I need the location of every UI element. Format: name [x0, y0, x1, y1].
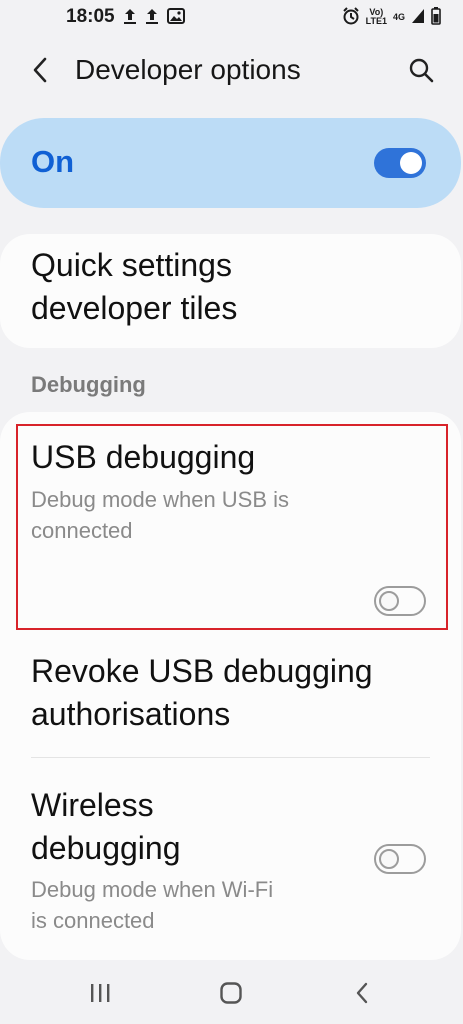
developer-options-master-switch[interactable]: On: [0, 118, 461, 208]
chevron-left-icon: [32, 57, 48, 88]
wireless-debugging-title-line1: Wireless: [31, 787, 154, 823]
highlight-box: [16, 424, 448, 630]
status-bar-right: Vo) LTE1 4G: [342, 6, 441, 28]
status-time: 18:05: [66, 6, 115, 27]
section-header-debugging: Debugging: [31, 372, 146, 397]
back-icon: [354, 982, 370, 1009]
quick-settings-title-line1: Quick settings: [31, 247, 232, 283]
master-switch-label: On: [31, 144, 75, 179]
network-label-bottom: LTE1: [365, 16, 387, 26]
quick-settings-card[interactable]: Quick settings developer tiles: [0, 234, 461, 348]
toggle-knob: [379, 849, 399, 869]
toggle-knob: [400, 152, 422, 174]
quick-settings-title: Quick settings developer tiles: [31, 244, 237, 330]
page-title: Developer options: [75, 54, 301, 85]
alarm-icon: [342, 6, 360, 28]
revoke-usb-title-line2: authorisations: [31, 696, 231, 732]
signal-icon: [411, 8, 425, 27]
wireless-debugging-title-line2: debugging: [31, 830, 181, 866]
wireless-debugging-subtitle: Debug mode when Wi-Fi is connected: [31, 874, 273, 936]
home-button[interactable]: [209, 978, 253, 1012]
home-icon: [219, 981, 243, 1010]
revoke-usb-item[interactable]: Revoke USB debugging authorisations: [0, 642, 461, 752]
image-icon: [166, 7, 185, 27]
revoke-usb-title: Revoke USB debugging authorisations: [31, 650, 373, 736]
back-button[interactable]: [20, 52, 60, 92]
status-bar-left: 18:05: [66, 6, 185, 28]
recents-button[interactable]: [78, 978, 122, 1012]
wireless-debugging-subtitle-line2: is connected: [31, 908, 155, 933]
upload-icon: [123, 8, 137, 27]
search-icon: [408, 57, 434, 88]
recents-icon: [88, 982, 112, 1009]
master-toggle[interactable]: [374, 148, 426, 178]
revoke-usb-title-line1: Revoke USB debugging: [31, 653, 373, 689]
battery-icon: [431, 6, 441, 28]
status-bar: 18:05 Vo) LTE1 4G: [0, 0, 463, 34]
wireless-debugging-item[interactable]: Wireless debugging Debug mode when Wi-Fi…: [0, 772, 461, 952]
quick-settings-title-line2: developer tiles: [31, 290, 238, 326]
back-nav-button[interactable]: [340, 978, 384, 1012]
signal-type: 4G: [392, 11, 405, 22]
app-bar: Developer options: [0, 40, 463, 104]
divider: [31, 757, 430, 758]
upload-icon: [145, 8, 159, 27]
wireless-debugging-subtitle-line1: Debug mode when Wi-Fi: [31, 877, 274, 902]
navigation-bar: [0, 966, 463, 1024]
wireless-debugging-title: Wireless debugging: [31, 784, 180, 870]
search-button[interactable]: [401, 52, 441, 92]
network-label: Vo) LTE1: [366, 8, 387, 26]
wireless-debugging-toggle[interactable]: [374, 844, 426, 874]
